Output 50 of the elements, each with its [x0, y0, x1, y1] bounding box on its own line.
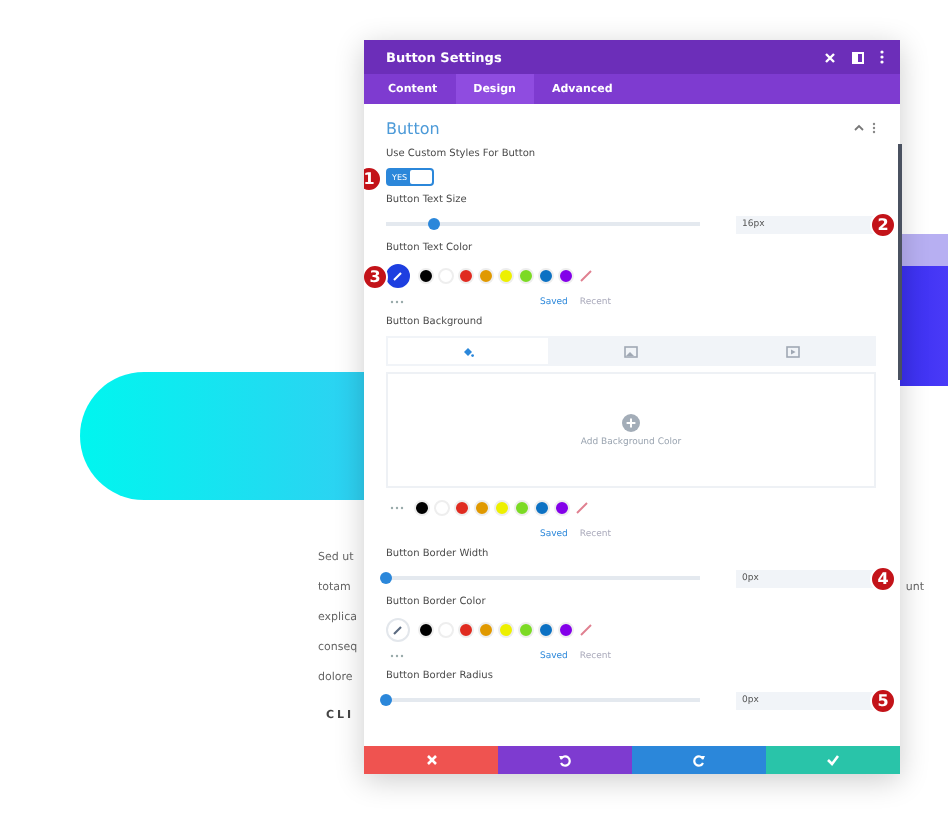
color-swatch[interactable]: [414, 500, 430, 516]
check-icon: [826, 754, 840, 766]
redo-icon: [692, 753, 706, 767]
close-icon: [425, 754, 437, 766]
color-swatch[interactable]: [558, 622, 574, 638]
color-swatch[interactable]: [518, 622, 534, 638]
close-icon[interactable]: [824, 51, 836, 63]
color-swatch[interactable]: [538, 268, 554, 284]
color-swatch[interactable]: [518, 268, 534, 284]
annotation-badge: 3: [364, 264, 388, 290]
image-icon: [623, 345, 638, 357]
color-swatch[interactable]: [514, 500, 530, 516]
color-swatch[interactable]: [454, 500, 470, 516]
split-view-icon[interactable]: [852, 51, 864, 63]
chevron-icon[interactable]: [854, 124, 864, 132]
color-swatch[interactable]: [494, 500, 510, 516]
no-color-icon[interactable]: [578, 268, 594, 284]
color-picker[interactable]: [386, 264, 410, 288]
color-swatch[interactable]: [534, 500, 550, 516]
no-color-icon[interactable]: [578, 622, 594, 638]
scrollbar[interactable]: [898, 144, 902, 380]
color-swatch[interactable]: [478, 622, 494, 638]
annotation-badge: 4: [870, 566, 896, 592]
color-swatch[interactable]: [554, 500, 570, 516]
slider-thumb[interactable]: [380, 572, 392, 584]
color-swatch[interactable]: [498, 268, 514, 284]
color-swatch[interactable]: [498, 622, 514, 638]
slider-thumb[interactable]: [380, 694, 392, 706]
color-swatch[interactable]: [558, 268, 574, 284]
undo-icon: [558, 753, 572, 767]
video-icon: [786, 345, 801, 357]
annotation-badge: 2: [870, 212, 896, 238]
color-swatch[interactable]: [458, 268, 474, 284]
color-swatch[interactable]: [538, 622, 554, 638]
color-swatch[interactable]: [418, 268, 434, 284]
color-swatch[interactable]: [458, 622, 474, 638]
annotation-badge: 1: [364, 166, 382, 192]
add-icon[interactable]: [622, 413, 640, 431]
annotation-badge: 5: [870, 688, 896, 714]
redo-button[interactable]: [632, 746, 766, 774]
undo-button[interactable]: [498, 746, 632, 774]
no-color-icon[interactable]: [574, 500, 590, 516]
color-swatch[interactable]: [474, 500, 490, 516]
eyedropper-icon: [392, 270, 404, 282]
slider-thumb[interactable]: [427, 218, 440, 230]
color-swatch[interactable]: [418, 622, 434, 638]
eyedropper-icon: [392, 624, 404, 636]
section-title: Button: [386, 119, 440, 137]
color-swatch[interactable]: [478, 268, 494, 284]
paint-bucket-icon: [462, 345, 475, 357]
